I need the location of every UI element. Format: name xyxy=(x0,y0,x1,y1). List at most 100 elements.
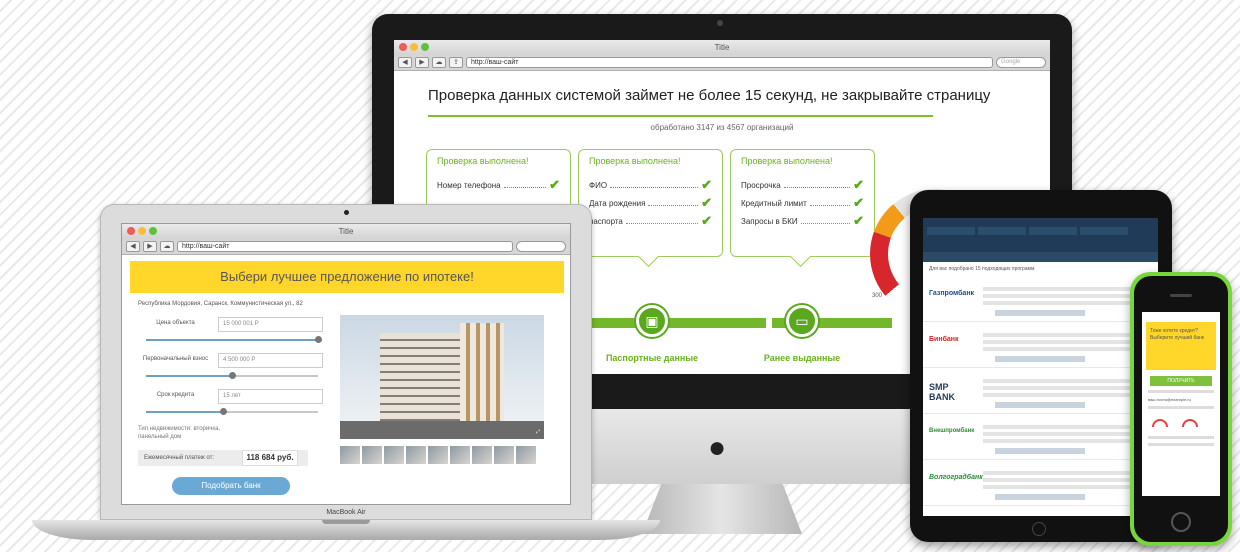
tablet-home-button[interactable] xyxy=(1032,522,1046,536)
property-photo[interactable]: ⤢ xyxy=(340,315,544,439)
card-row-label: Кредитный лимит xyxy=(741,198,807,208)
address-bar[interactable]: http://ваш-сайт xyxy=(177,241,513,252)
thumbnail[interactable] xyxy=(362,446,382,464)
term-label: Срок кредита xyxy=(156,392,195,398)
back-icon[interactable]: ◀ xyxy=(398,57,412,68)
imac-toolbar: ◀ ▶ ☁ ⇪ http://ваш-сайт Google xyxy=(394,55,1050,71)
bank-details-button[interactable] xyxy=(995,356,1085,362)
check-icon: ✔ xyxy=(853,213,864,228)
check-icon: ✔ xyxy=(701,195,712,210)
price-slider[interactable] xyxy=(146,336,322,343)
mortgage-banner: Выбери лучшее предложение по ипотеке! xyxy=(130,261,564,293)
thumbnail[interactable] xyxy=(472,446,492,464)
zoom-icon[interactable]: ⤢ xyxy=(536,429,540,435)
forward-icon[interactable]: ▶ xyxy=(143,241,157,252)
macbook-device: Title ◀ ▶ ☁ http://ваш-сайт Выбери лучше… xyxy=(100,204,592,520)
minimize-icon[interactable] xyxy=(138,227,146,235)
close-icon[interactable] xyxy=(127,227,135,235)
down-payment-slider[interactable] xyxy=(146,372,318,379)
down-payment-row: Первоначальный взнос 4 500 000 Р xyxy=(138,353,323,387)
back-icon[interactable]: ◀ xyxy=(126,241,140,252)
card-row-label: Дата рождения xyxy=(589,198,646,208)
down-payment-label: Первоначальный взнос xyxy=(142,356,209,362)
bank-details-button[interactable] xyxy=(995,310,1085,316)
phone-home-button[interactable] xyxy=(1171,512,1191,532)
price-field-row: Цена объекта 15 000 001 Р xyxy=(138,317,323,351)
get-button[interactable]: ПОЛУЧИТЬ xyxy=(1150,376,1212,386)
slider-knob[interactable] xyxy=(220,408,228,415)
step-label-previous: Ранее выданные xyxy=(763,353,841,363)
bank-row[interactable]: Газпромбанк xyxy=(923,276,1158,322)
email-field[interactable]: ваш.почта@example.ru xyxy=(1142,397,1220,402)
check-icon: ✔ xyxy=(549,177,560,192)
search-input[interactable] xyxy=(516,241,566,252)
card-title: Проверка выполнена! xyxy=(589,156,681,166)
bank-row[interactable]: Волгоградбанк xyxy=(923,460,1158,506)
minimize-icon[interactable] xyxy=(410,43,418,51)
card-title: Проверка выполнена! xyxy=(437,156,529,166)
check-card-passport: Проверка выполнена! ФИО ✔ Дата рождения ✔ … xyxy=(578,149,723,257)
bank-row[interactable]: SMP BANK xyxy=(923,368,1158,414)
down-payment-input[interactable]: 4 500 000 Р xyxy=(218,353,323,368)
window-title: Title xyxy=(338,227,354,236)
maximize-icon[interactable] xyxy=(421,43,429,51)
bank-logo: Внешпромбанк xyxy=(929,428,975,434)
page-title: Проверка данных системой займет не более… xyxy=(428,87,991,104)
property-type: Тип недвижимости: вторичка, панельный до… xyxy=(138,426,221,440)
macbook-titlebar: Title xyxy=(122,224,570,239)
cloud-icon[interactable]: ☁ xyxy=(432,57,446,68)
thumbnail[interactable] xyxy=(340,446,360,464)
share-icon[interactable]: ⇪ xyxy=(449,57,463,68)
thumbnail[interactable] xyxy=(450,446,470,464)
cloud-icon[interactable]: ☁ xyxy=(160,241,174,252)
tablet-screen: Для вас подобрано 15 подходящих программ… xyxy=(923,218,1158,516)
passport-icon: ▣ xyxy=(636,305,668,337)
progress-text: обработано 3147 из 4567 организаций xyxy=(650,123,794,132)
macbook-camera xyxy=(344,210,349,215)
filter-field[interactable] xyxy=(978,227,1026,235)
imac-stand xyxy=(642,484,802,534)
imac-camera xyxy=(717,20,723,26)
term-input[interactable]: 15 лет xyxy=(218,389,323,404)
forward-icon[interactable]: ▶ xyxy=(415,57,429,68)
bank-details-button[interactable] xyxy=(995,402,1085,408)
slider-knob[interactable] xyxy=(229,372,236,379)
thumbnail[interactable] xyxy=(406,446,426,464)
bank-logo: Бинбанк xyxy=(929,336,959,343)
macbook-screen: Title ◀ ▶ ☁ http://ваш-сайт Выбери лучше… xyxy=(121,223,571,505)
bank-row[interactable]: Бинбанк xyxy=(923,322,1158,368)
thumbnail[interactable] xyxy=(428,446,448,464)
filter-field[interactable] xyxy=(1080,227,1128,235)
bank-details-button[interactable] xyxy=(995,448,1085,454)
check-card-history: Проверка выполнена! Просрочка ✔ Кредитный… xyxy=(730,149,875,257)
bank-row[interactable]: Внешпромбанк xyxy=(923,414,1158,460)
thumbnail[interactable] xyxy=(384,446,404,464)
score-gauge-icon xyxy=(1152,419,1168,427)
search-input[interactable]: Google xyxy=(996,57,1046,68)
apple-logo-icon: ● xyxy=(708,431,727,464)
slider-knob[interactable] xyxy=(315,336,322,343)
macbook-toolbar: ◀ ▶ ☁ http://ваш-сайт xyxy=(122,239,570,255)
bank-details-button[interactable] xyxy=(995,494,1085,500)
address-bar[interactable]: http://ваш-сайт xyxy=(466,57,993,68)
macbook-base xyxy=(32,520,660,540)
phone-speaker xyxy=(1170,294,1192,297)
close-icon[interactable] xyxy=(399,43,407,51)
pick-bank-button[interactable]: Подобрать банк xyxy=(172,477,290,495)
term-slider[interactable] xyxy=(146,408,318,415)
filter-field[interactable] xyxy=(927,227,975,235)
price-label: Цена объекта xyxy=(156,320,195,326)
bank-logo: SMP BANK xyxy=(929,382,955,402)
price-input[interactable]: 15 000 001 Р xyxy=(218,317,323,332)
payment-value: 118 684 руб. xyxy=(242,450,298,466)
thumbnail[interactable] xyxy=(516,446,536,464)
macbook-page: Выбери лучшее предложение по ипотеке! Ре… xyxy=(122,255,570,504)
maximize-icon[interactable] xyxy=(149,227,157,235)
card-row-label: Просрочка xyxy=(741,180,781,190)
thumbnail[interactable] xyxy=(494,446,514,464)
gauge-label: 300 xyxy=(872,293,883,299)
check-icon: ✔ xyxy=(853,195,864,210)
bank-logo: Волгоградбанк xyxy=(929,474,983,481)
card-row-label: паспорта xyxy=(589,216,623,226)
filter-field[interactable] xyxy=(1029,227,1077,235)
